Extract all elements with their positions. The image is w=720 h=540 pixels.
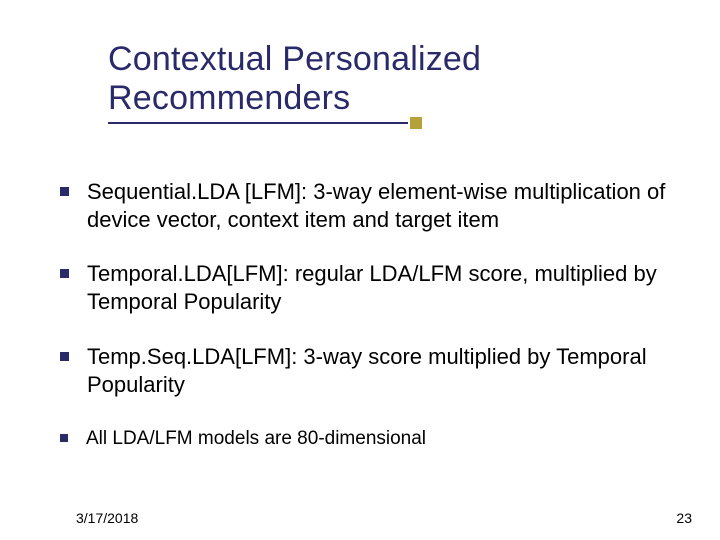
footer: 3/17/2018 23 [0, 510, 720, 526]
list-item: All LDA/LFM models are 80-dimensional [60, 427, 680, 451]
square-bullet-icon [60, 269, 69, 278]
bullet-text: Temp.Seq.LDA[LFM]: 3-way score multiplie… [87, 343, 680, 399]
body-area: Sequential.LDA [LFM]: 3-way element-wise… [60, 178, 680, 451]
title-underline [108, 122, 408, 124]
slide: Contextual Personalized Recommenders Seq… [0, 0, 720, 540]
bullet-text: Sequential.LDA [LFM]: 3-way element-wise… [87, 178, 680, 234]
bullet-text: All LDA/LFM models are 80-dimensional [86, 427, 426, 451]
bullet-text: Temporal.LDA[LFM]: regular LDA/LFM score… [87, 260, 680, 316]
slide-title: Contextual Personalized Recommenders [108, 40, 680, 118]
page-number: 23 [676, 510, 692, 526]
title-area: Contextual Personalized Recommenders [108, 40, 680, 124]
square-bullet-icon [60, 434, 68, 442]
square-bullet-icon [60, 352, 69, 361]
footer-date: 3/17/2018 [76, 510, 138, 526]
list-item: Temp.Seq.LDA[LFM]: 3-way score multiplie… [60, 343, 680, 399]
square-bullet-icon [60, 187, 69, 196]
list-item: Sequential.LDA [LFM]: 3-way element-wise… [60, 178, 680, 234]
list-item: Temporal.LDA[LFM]: regular LDA/LFM score… [60, 260, 680, 316]
